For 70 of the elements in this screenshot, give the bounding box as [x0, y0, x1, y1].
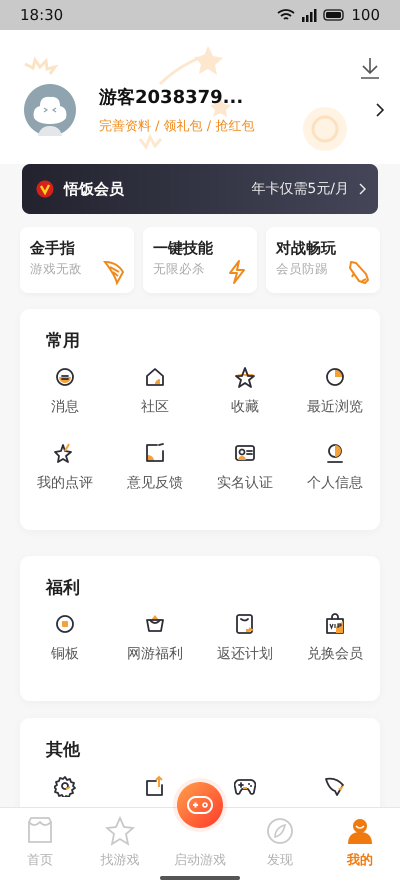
menu-item[interactable]: 意见反馈 [110, 442, 200, 518]
chevron-right-icon [359, 183, 366, 195]
menu-item[interactable]: 铜板 [20, 613, 110, 689]
coin-icon [54, 613, 76, 635]
signal-icon [301, 8, 318, 22]
menu-item[interactable]: 兑换会员 [290, 613, 380, 689]
menu-label: 网游福利 [127, 645, 183, 663]
chevron-right-icon[interactable] [376, 103, 384, 117]
menu-label: 兑换会员 [307, 645, 363, 663]
avatar[interactable] [24, 84, 76, 136]
storefront-icon [25, 816, 55, 846]
person-icon [324, 442, 346, 464]
wifi-icon [277, 8, 296, 22]
menu-item[interactable]: 返还计划 [200, 613, 290, 689]
feature-subtitle: 无限必杀 [153, 261, 205, 278]
menu-item[interactable]: 实名认证 [200, 442, 290, 518]
menu-label: 意见反馈 [127, 474, 183, 492]
feature-card[interactable]: 金手指 游戏无敌 [20, 227, 134, 293]
membership-title: 悟饭会员 [64, 180, 125, 198]
feature-subtitle: 游戏无敌 [30, 261, 82, 278]
menu-label: 消息 [51, 398, 79, 416]
download-icon[interactable] [360, 56, 380, 80]
feature-title: 对战畅玩 [276, 239, 337, 258]
menu-label: 社区 [141, 398, 169, 416]
menu-item[interactable]: 收藏 [200, 366, 290, 442]
feature-title: 金手指 [30, 239, 76, 258]
menu-item[interactable]: 网游福利 [110, 613, 200, 689]
id-card-icon [234, 442, 256, 464]
status-time: 18:30 [20, 6, 64, 24]
feature-card[interactable]: 一键技能 无限必杀 [143, 227, 257, 293]
membership-banner[interactable]: 悟饭会员 年卡仅需5元/月 [22, 164, 378, 214]
menu-label: 个人信息 [307, 474, 363, 492]
menu-label: 最近浏览 [307, 398, 363, 416]
section-title: 常用 [45, 330, 81, 352]
clock-icon [324, 366, 346, 388]
feature-subtitle: 会员防踢 [276, 261, 328, 278]
menu-label: 实名认证 [217, 474, 273, 492]
star-icon [105, 816, 135, 846]
battery-level: 100 [351, 6, 380, 24]
gamepad-button[interactable] [177, 782, 223, 828]
return-card-icon [234, 613, 256, 635]
gamepad-icon [187, 796, 213, 814]
compass-icon [265, 816, 295, 846]
wing-icon [102, 259, 126, 285]
menu-label: 返还计划 [217, 645, 273, 663]
menu-item[interactable]: 最近浏览 [290, 366, 380, 442]
menu-item[interactable]: 社区 [110, 366, 200, 442]
battery-icon [323, 9, 346, 21]
chat-bubble-icon [54, 366, 76, 388]
folder-upload-icon [144, 775, 166, 797]
house-icon [144, 366, 166, 388]
user-name: 游客2038379... [99, 86, 244, 109]
menu-label: 铜板 [51, 645, 79, 663]
menu-item[interactable]: 个人信息 [290, 442, 380, 518]
person-icon [345, 816, 375, 846]
note-edit-icon [144, 442, 166, 464]
menu-label: 收藏 [231, 398, 259, 416]
wing-icon [324, 775, 346, 797]
menu-label: 我的点评 [37, 474, 93, 492]
menu-item[interactable]: 消息 [20, 366, 110, 442]
ingot-icon [144, 613, 166, 635]
membership-offer: 年卡仅需5元/月 [251, 180, 349, 198]
feature-card[interactable]: 对战畅玩 会员防踢 [266, 227, 380, 293]
section-title: 福利 [44, 577, 81, 599]
menu-item[interactable]: 我的点评 [20, 442, 110, 518]
vip-bag-icon [324, 613, 346, 635]
section-title: 其他 [45, 739, 82, 761]
star-icon [234, 366, 256, 388]
vip-badge-icon [36, 180, 54, 198]
feature-title: 一键技能 [153, 239, 214, 258]
